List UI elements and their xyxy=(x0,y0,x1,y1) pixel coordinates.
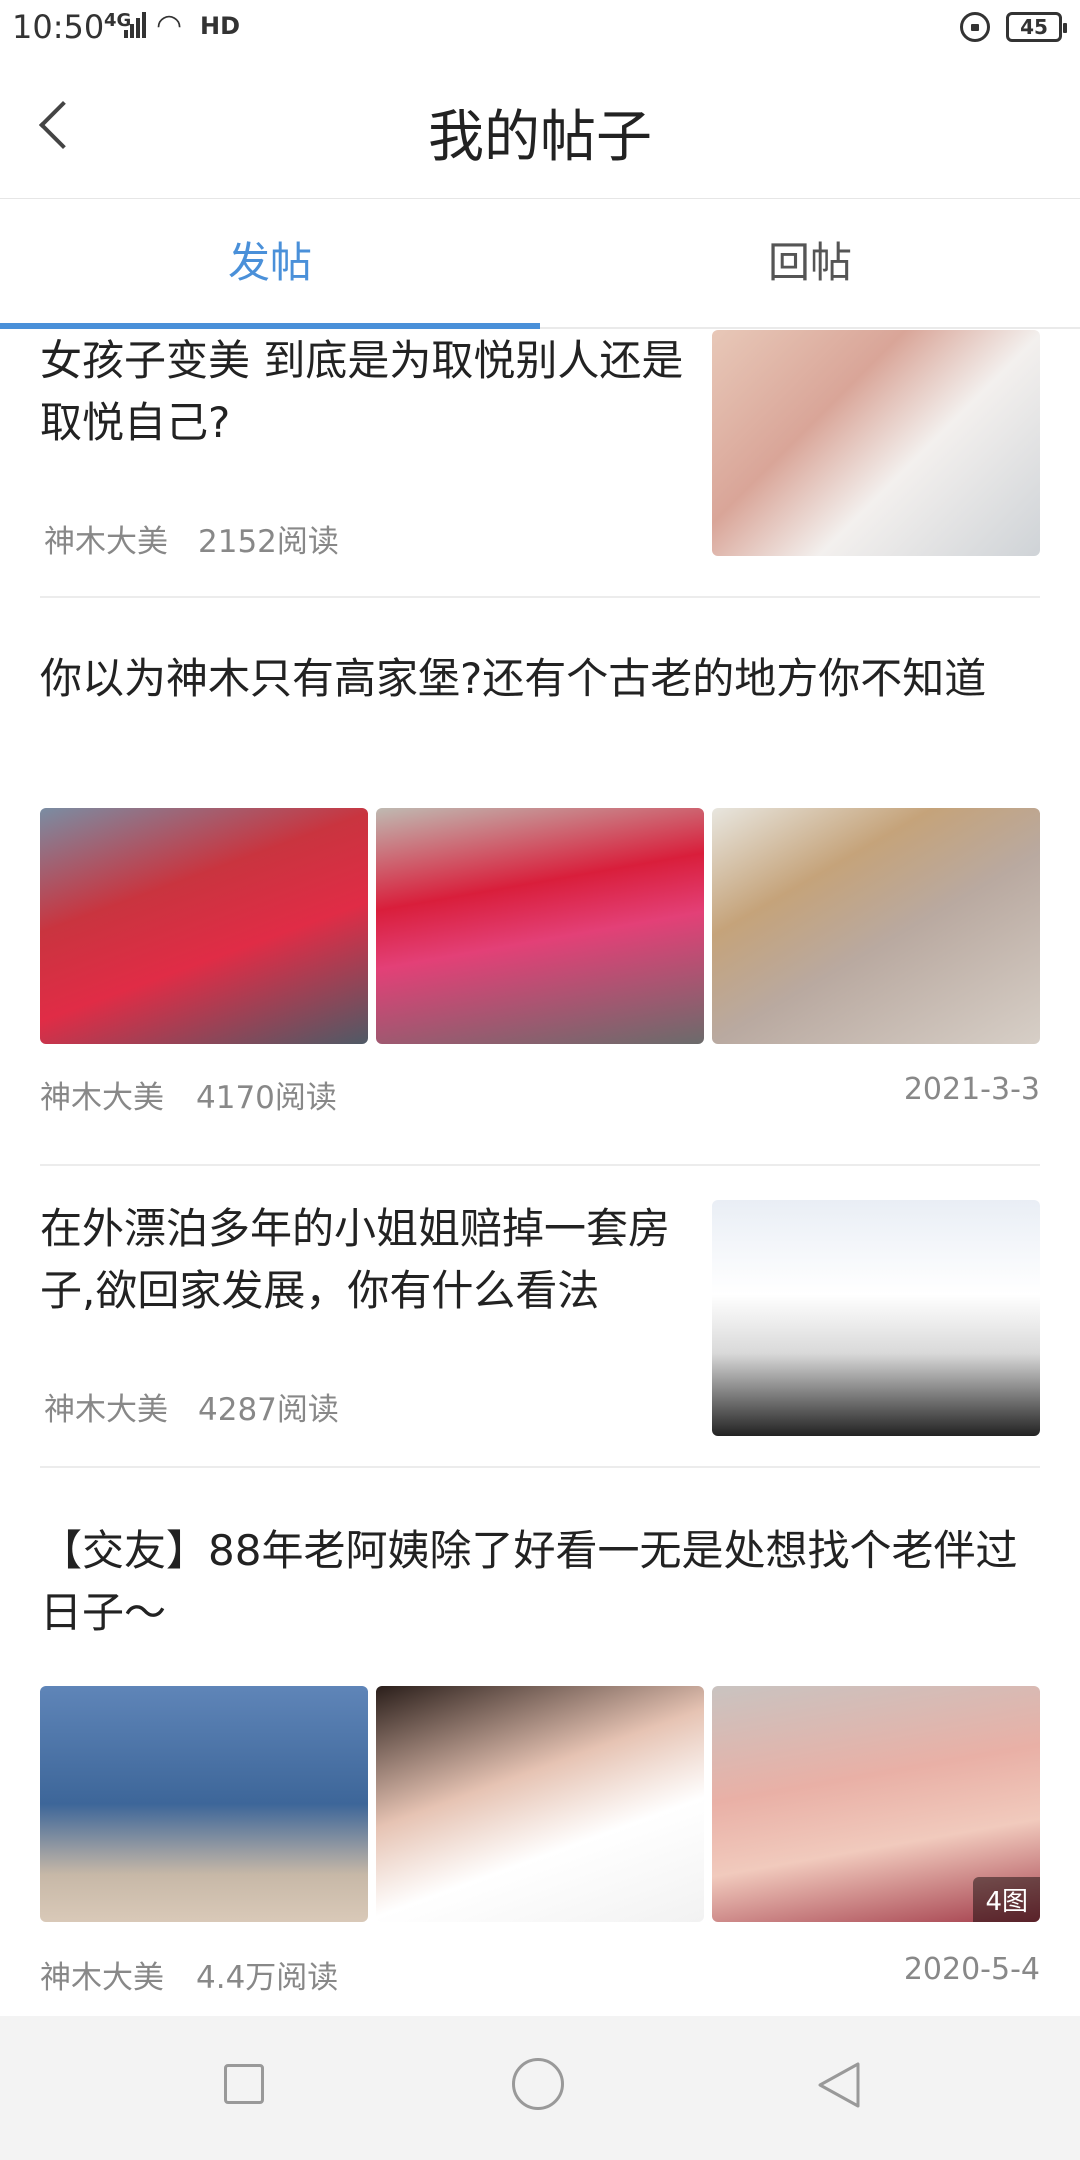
home-button[interactable] xyxy=(512,2058,564,2110)
post-reads: 4.4万阅读 xyxy=(196,1960,339,1996)
post-reads: 2152阅读 xyxy=(198,524,339,560)
post-image[interactable]: 4图 xyxy=(712,1686,1040,1922)
status-bar: 10:50 4G ◠ HD 45 xyxy=(0,0,1080,56)
post-title: 女孩子变美 到底是为取悦别人还是取悦自己? xyxy=(40,336,684,447)
divider xyxy=(40,596,1040,598)
post-image[interactable] xyxy=(376,808,704,1044)
divider xyxy=(40,1466,1040,1468)
recent-apps-button[interactable] xyxy=(224,2064,264,2104)
tab-replies[interactable]: 回帖 xyxy=(540,199,1080,327)
image-count-badge: 4图 xyxy=(973,1877,1040,1922)
status-time: 10:50 xyxy=(12,8,105,46)
back-nav-button[interactable] xyxy=(812,2058,866,2112)
post-title: 你以为神木只有高家堡?还有个古老的地方你不知道 xyxy=(40,654,987,703)
list-item[interactable]: 【交友】88年老阿姨除了好看一无是处想找个老伴过日子～ 4图 神木大美 4.4万… xyxy=(40,1520,1040,2016)
post-image[interactable] xyxy=(40,1686,368,1922)
signal-icon xyxy=(124,12,146,38)
post-list[interactable]: 女孩子变美 到底是为取悦别人还是取悦自己? 神木大美 2152阅读 你以为神木只… xyxy=(0,330,1080,2016)
list-item[interactable]: 女孩子变美 到底是为取悦别人还是取悦自己? 神木大美 2152阅读 xyxy=(40,330,1040,600)
tab-indicator xyxy=(0,323,540,329)
battery-icon: 45 xyxy=(1006,12,1067,42)
post-image[interactable] xyxy=(40,808,368,1044)
divider xyxy=(40,1164,1040,1166)
system-nav-bar xyxy=(0,2016,1080,2160)
post-date: 2021-3-3 xyxy=(903,1072,1040,1107)
post-thumbnail[interactable] xyxy=(712,1200,1040,1436)
wifi-icon: ◠ xyxy=(156,8,183,43)
post-author: 神木大美 xyxy=(40,1960,164,1996)
rotation-lock-icon xyxy=(960,12,990,42)
app-header: 我的帖子 xyxy=(0,56,1080,199)
post-thumbnail[interactable] xyxy=(712,330,1040,556)
post-reads: 4287阅读 xyxy=(198,1392,339,1428)
triangle-back-icon xyxy=(818,2062,860,2108)
post-author: 神木大美 xyxy=(40,1080,164,1116)
hd-icon: HD xyxy=(200,12,241,40)
post-reads: 4170阅读 xyxy=(196,1080,337,1116)
post-image[interactable] xyxy=(376,1686,704,1922)
post-image[interactable] xyxy=(712,808,1040,1044)
post-author: 神木大美 xyxy=(44,1392,168,1428)
tab-posts[interactable]: 发帖 xyxy=(0,199,540,327)
post-title: 【交友】88年老阿姨除了好看一无是处想找个老伴过日子～ xyxy=(40,1526,1018,1637)
post-date: 2020-5-4 xyxy=(903,1952,1040,1987)
tab-bar: 发帖 回帖 xyxy=(0,199,1080,329)
post-title: 在外漂泊多年的小姐姐赔掉一套房子,欲回家发展，你有什么看法 xyxy=(40,1204,671,1315)
page-title: 我的帖子 xyxy=(428,105,652,170)
post-author: 神木大美 xyxy=(44,524,168,560)
